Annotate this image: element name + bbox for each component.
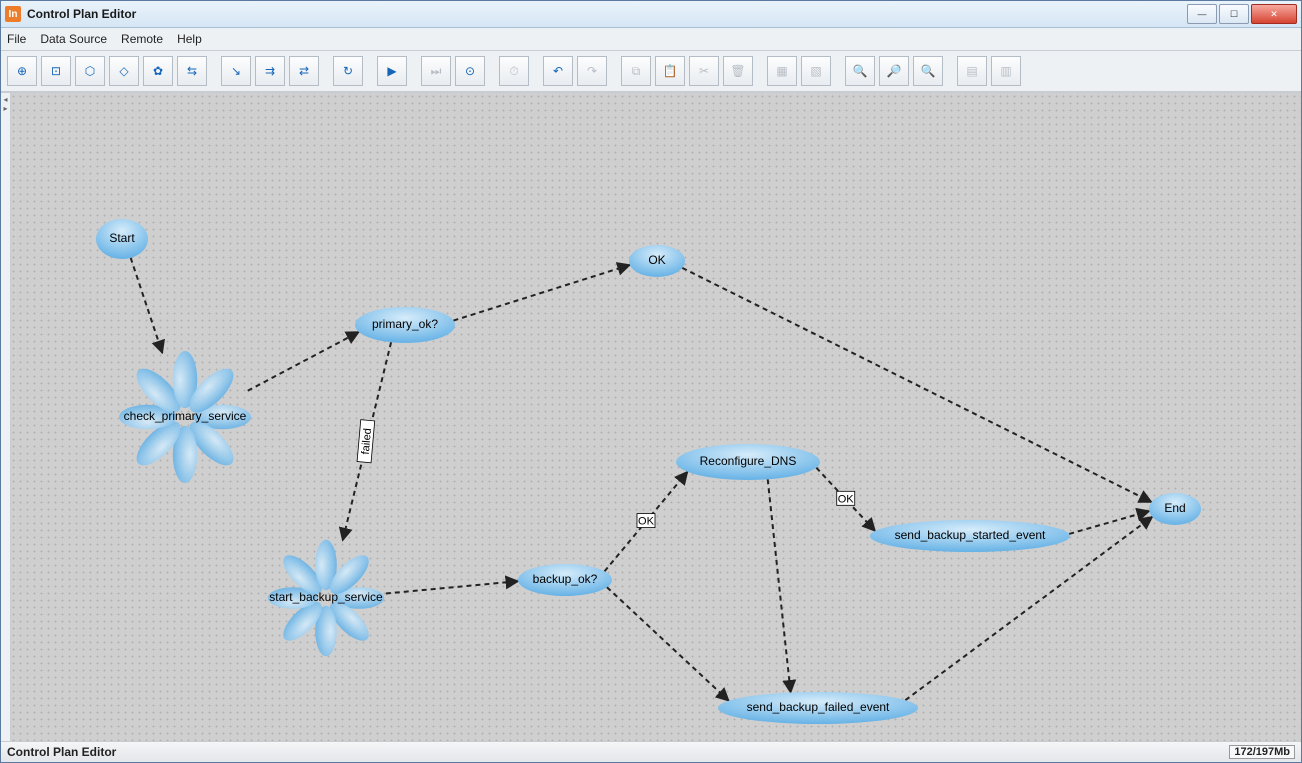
node-backup[interactable]: backup_ok?	[518, 564, 612, 596]
node-end[interactable]: End	[1149, 493, 1201, 525]
window-title: Control Plan Editor	[27, 7, 1187, 21]
edge-startbk-backup[interactable]	[386, 581, 518, 593]
tool-delete: 🗑	[723, 56, 753, 86]
tool-layout2: ▥	[991, 56, 1021, 86]
svg-text:OK: OK	[638, 516, 655, 528]
edge-label-primary-startbk: failed	[357, 420, 375, 463]
tool-add-box[interactable]: ⊡	[41, 56, 71, 86]
tool-add-diamond[interactable]: ◇	[109, 56, 139, 86]
diagram-svg: failed OK OK Start check_primary_service prim…	[10, 93, 1301, 741]
edge-backup-sentfail[interactable]	[607, 587, 729, 701]
titlebar[interactable]: In Control Plan Editor — ☐ ✕	[1, 1, 1301, 28]
tool-layout1: ▤	[957, 56, 987, 86]
statusbar: Control Plan Editor 172/197Mb	[1, 741, 1301, 762]
tool-redo: ↷	[577, 56, 607, 86]
tool-add-gear[interactable]: ✿	[143, 56, 173, 86]
tool-step: ⏭	[421, 56, 451, 86]
tool-add-branch[interactable]: ⇆	[177, 56, 207, 86]
tool-add-hex[interactable]: ⬡	[75, 56, 105, 86]
app-icon: In	[5, 6, 21, 22]
sidebar-collapse-handle[interactable]: ◂▸	[1, 93, 11, 741]
tool-debug[interactable]: ▶	[377, 56, 407, 86]
svg-text:failed: failed	[360, 428, 374, 455]
toolbar: ⊕⊡⬡◇✿⇆ ↘⇉⇄ ↻ ▶ ⏭⊙ ⏱ ↶↷ ⧉📋✂🗑 ▦▧ 🔍🔎🔍 ▤▥	[1, 51, 1301, 92]
menu-file[interactable]: File	[7, 32, 26, 46]
node-recfg[interactable]: Reconfigure_DNS	[676, 444, 820, 480]
tool-add-node[interactable]: ⊕	[7, 56, 37, 86]
edge-start-check[interactable]	[131, 258, 163, 353]
tool-play[interactable]: ⊙	[455, 56, 485, 86]
status-text: Control Plan Editor	[7, 745, 116, 759]
edge-recfg-sentfail[interactable]	[768, 479, 791, 692]
edge-label-backup-recfg: OK	[637, 514, 655, 528]
node-start[interactable]: Start	[96, 219, 148, 259]
tool-front: ▦	[767, 56, 797, 86]
node-sentok[interactable]: send_backup_started_event	[870, 520, 1070, 552]
tool-undo[interactable]: ↶	[543, 56, 573, 86]
app-window: In Control Plan Editor — ☐ ✕ File Data S…	[0, 0, 1302, 763]
diagram-canvas[interactable]: failed OK OK Start check_primary_service prim…	[10, 93, 1301, 741]
menu-data-source[interactable]: Data Source	[40, 32, 107, 46]
tool-link-both[interactable]: ⇄	[289, 56, 319, 86]
node-check[interactable]: check_primary_service	[119, 351, 251, 483]
tool-zoom-fit[interactable]: 🔎	[879, 56, 909, 86]
tool-link-parallel[interactable]: ⇉	[255, 56, 285, 86]
maximize-button[interactable]: ☐	[1219, 4, 1249, 24]
tool-copy: ⧉	[621, 56, 651, 86]
tool-loop-arrow[interactable]: ↻	[333, 56, 363, 86]
tool-paste[interactable]: 📋	[655, 56, 685, 86]
tool-back: ▧	[801, 56, 831, 86]
node-startbk[interactable]: start_backup_service	[268, 540, 384, 656]
edge-label-recfg-sentok: OK	[837, 491, 855, 505]
tool-zoom-in[interactable]: 🔍	[913, 56, 943, 86]
canvas-area: ◂▸ failed OK OK Start check_primary_service p…	[1, 92, 1301, 741]
tool-cut: ✂	[689, 56, 719, 86]
node-primary[interactable]: primary_ok?	[355, 307, 455, 343]
menu-help[interactable]: Help	[177, 32, 202, 46]
node-sentfail[interactable]: send_backup_failed_event	[718, 692, 918, 724]
memory-indicator: 172/197Mb	[1229, 745, 1295, 759]
menu-remote[interactable]: Remote	[121, 32, 163, 46]
edge-check-primary[interactable]	[248, 332, 359, 391]
menubar: File Data Source Remote Help	[1, 28, 1301, 51]
minimize-button[interactable]: —	[1187, 4, 1217, 24]
tool-zoom-out[interactable]: 🔍	[845, 56, 875, 86]
close-button[interactable]: ✕	[1251, 4, 1297, 24]
node-ok[interactable]: OK	[629, 245, 685, 277]
edge-primary-ok[interactable]	[453, 265, 629, 321]
svg-text:OK: OK	[838, 493, 855, 505]
tool-link-single[interactable]: ↘	[221, 56, 251, 86]
tool-timer: ⏱	[499, 56, 529, 86]
edge-sentok-end[interactable]	[1069, 511, 1149, 534]
window-buttons: — ☐ ✕	[1187, 4, 1297, 24]
